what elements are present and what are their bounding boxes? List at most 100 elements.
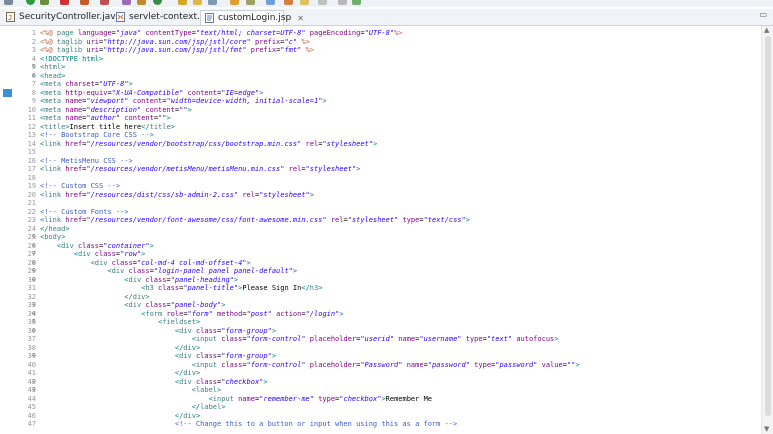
code-line[interactable]: </div> bbox=[40, 412, 200, 420]
scroll-up-icon[interactable]: ▲ bbox=[764, 26, 769, 34]
code-line[interactable]: <form role="form" method="post" action="… bbox=[40, 310, 343, 318]
toolbar-open-type-icon[interactable] bbox=[178, 0, 187, 5]
code-line[interactable]: <input class="form-control" placeholder=… bbox=[40, 335, 559, 343]
fold-toggle-icon[interactable]: ⊖ bbox=[32, 267, 36, 274]
fold-toggle-icon[interactable]: ⊖ bbox=[32, 352, 36, 359]
code-line[interactable]: <body> bbox=[40, 233, 65, 241]
toolbar-stop-icon[interactable] bbox=[60, 0, 69, 5]
toolbar-run-icon[interactable] bbox=[26, 0, 35, 5]
code-line[interactable]: <html> bbox=[40, 63, 65, 71]
toolbar-window-icon[interactable] bbox=[352, 0, 361, 5]
minimize-icon[interactable]: ▭ bbox=[759, 10, 767, 19]
fold-toggle-icon[interactable]: ⊖ bbox=[32, 259, 36, 266]
fold-toggle-icon[interactable]: ⊖ bbox=[32, 242, 36, 249]
code-line[interactable]: <div class="checkbox"> bbox=[40, 378, 268, 386]
code-line[interactable]: <!-- Change this to a button or input wh… bbox=[40, 420, 457, 428]
fold-toggle-icon[interactable]: ⊖ bbox=[32, 250, 36, 257]
toolbar-server-icon[interactable] bbox=[153, 0, 162, 5]
code-line[interactable]: <div class="form-group"> bbox=[40, 352, 276, 360]
fold-toggle-icon[interactable]: ⊖ bbox=[32, 63, 36, 70]
code-line[interactable]: <!-- Bootstrap Core CSS --> bbox=[40, 131, 154, 139]
code-line[interactable]: <link href="/resources/vendor/font-aweso… bbox=[40, 216, 470, 224]
code-line[interactable]: <link href="/resources/vendor/metisMenu/… bbox=[40, 165, 360, 173]
code-line[interactable]: <title>Insert title here</title> bbox=[40, 123, 175, 131]
toolbar-back-icon[interactable] bbox=[300, 0, 309, 5]
toolbar-tools-icon[interactable] bbox=[100, 0, 109, 5]
code-area[interactable]: <%@ page language="java" contentType="te… bbox=[40, 26, 760, 434]
fold-toggle-icon[interactable]: ⊖ bbox=[32, 72, 36, 79]
code-line[interactable]: </div> bbox=[40, 344, 200, 352]
code-token: </ bbox=[124, 292, 133, 301]
code-line[interactable]: <div class="panel-body"> bbox=[40, 301, 225, 309]
toolbar-pin-icon[interactable] bbox=[284, 0, 293, 5]
code-line[interactable]: </head> bbox=[40, 225, 70, 233]
code-line[interactable]: <div class="row"> bbox=[40, 250, 146, 258]
tab-custom-login[interactable]: customLogin.jsp ✕ bbox=[200, 10, 304, 25]
fold-toggle-icon[interactable]: ⊖ bbox=[32, 276, 36, 283]
toolbar-annotation-icon[interactable] bbox=[230, 0, 239, 5]
toolbar-history-icon[interactable] bbox=[338, 0, 347, 5]
code-line[interactable]: <link href="/resources/vendor/bootstrap/… bbox=[40, 140, 377, 148]
code-line[interactable]: <%@ page language="java" contentType="te… bbox=[40, 29, 403, 37]
code-line[interactable]: <h3 class="panel-title">Please Sign In</… bbox=[40, 284, 322, 292]
code-line[interactable]: <input name="remember-me" type="checkbox… bbox=[40, 395, 432, 403]
code-line[interactable]: </label> bbox=[40, 403, 226, 411]
code-line[interactable]: <!-- Custom CSS --> bbox=[40, 182, 120, 190]
code-token: meta bbox=[44, 97, 66, 105]
fold-toggle-icon[interactable]: ⊖ bbox=[32, 327, 36, 334]
fold-toggle-icon[interactable]: ⊖ bbox=[32, 301, 36, 308]
scrollbar-thumb[interactable] bbox=[765, 36, 771, 416]
toolbar-debug-icon[interactable] bbox=[40, 0, 49, 5]
toolbar-package-icon[interactable] bbox=[122, 0, 131, 5]
code-line[interactable]: <div class="container"> bbox=[40, 242, 154, 250]
code-token: charset bbox=[65, 80, 95, 88]
toolbar-edit-icon[interactable] bbox=[246, 0, 255, 5]
fold-toggle-icon[interactable]: ⊖ bbox=[32, 233, 36, 240]
code-line[interactable]: <meta name="viewport" content="width=dev… bbox=[40, 97, 327, 105]
code-line[interactable]: <div class="login-panel panel panel-defa… bbox=[40, 267, 297, 275]
line-number: 1 bbox=[31, 29, 36, 37]
tab-servlet-context[interactable]: servlet-context.xml bbox=[112, 10, 216, 24]
code-line[interactable]: <head> bbox=[40, 72, 65, 80]
tab-security-controller[interactable]: J SecurityController.java bbox=[2, 10, 121, 24]
code-line[interactable]: <%@ taglib uri="http://java.sun.com/jsp/… bbox=[40, 38, 310, 46]
scroll-down-icon[interactable]: ▼ bbox=[764, 425, 769, 433]
toolbar-gear-icon[interactable] bbox=[137, 0, 146, 5]
code-line[interactable]: <div class="panel-heading"> bbox=[40, 276, 238, 284]
code-line[interactable]: <fieldset> bbox=[40, 318, 200, 326]
code-line[interactable]: </div> bbox=[40, 292, 149, 301]
toolbar-open-folder-icon[interactable] bbox=[193, 0, 202, 5]
code-line[interactable]: <%@ taglib uri="http://java.sun.com/jsp/… bbox=[40, 46, 314, 54]
code-token: > bbox=[263, 377, 268, 386]
code-line[interactable]: <!-- MetisMenu CSS --> bbox=[40, 157, 133, 165]
code-line[interactable]: <div class="col-md-4 col-md-offset-4"> bbox=[40, 259, 251, 267]
toolbar-forward-icon[interactable] bbox=[318, 0, 327, 5]
code-line[interactable]: <link href="/resources/dist/css/sb-admin… bbox=[40, 191, 314, 199]
close-icon[interactable]: ✕ bbox=[297, 14, 304, 23]
fold-toggle-icon[interactable]: ⊖ bbox=[32, 386, 36, 393]
code-editor[interactable]: 1 2 3 4 5 ⊖ 6 ⊖ 7 8 9 10 11 12 13 14 15 16 17 18 19 20 21 22 23 2… bbox=[0, 26, 773, 434]
toolbar-new-icon[interactable] bbox=[80, 0, 89, 5]
toolbar-search-icon[interactable] bbox=[208, 0, 217, 5]
code-line[interactable]: </div> bbox=[40, 369, 200, 377]
code-line[interactable]: <meta http-equiv="X-UA-Compatible" conte… bbox=[40, 89, 263, 97]
toolbar-nav-icon[interactable] bbox=[266, 0, 275, 5]
code-line[interactable]: <input class="form-control" placeholder=… bbox=[40, 361, 580, 369]
code-line[interactable]: <!-- Custom Fonts --> bbox=[40, 208, 129, 216]
fold-toggle-icon[interactable]: ⊖ bbox=[32, 378, 36, 385]
code-token: title bbox=[149, 122, 171, 131]
code-token: %> bbox=[394, 29, 403, 37]
code-line[interactable]: <meta charset="UTF-8"> bbox=[40, 80, 133, 88]
code-token: content bbox=[145, 105, 175, 114]
fold-toggle-icon[interactable]: ⊖ bbox=[32, 310, 36, 317]
fold-toggle-icon[interactable]: ⊖ bbox=[32, 318, 36, 325]
vertical-scrollbar[interactable]: ▲ ▼ bbox=[761, 26, 773, 434]
code-line[interactable]: <!DOCTYPE html> bbox=[40, 55, 103, 63]
code-token: body bbox=[44, 233, 62, 241]
code-line[interactable]: <meta name="author" content=""> bbox=[40, 114, 171, 122]
toolbar-settings-icon[interactable] bbox=[4, 0, 13, 5]
code-line[interactable]: <div class="form-group"> bbox=[40, 327, 276, 335]
code-line[interactable]: <label> bbox=[40, 386, 222, 394]
code-line[interactable]: <meta name="description" content=""> bbox=[40, 106, 192, 114]
code-token: "container" bbox=[103, 241, 150, 250]
